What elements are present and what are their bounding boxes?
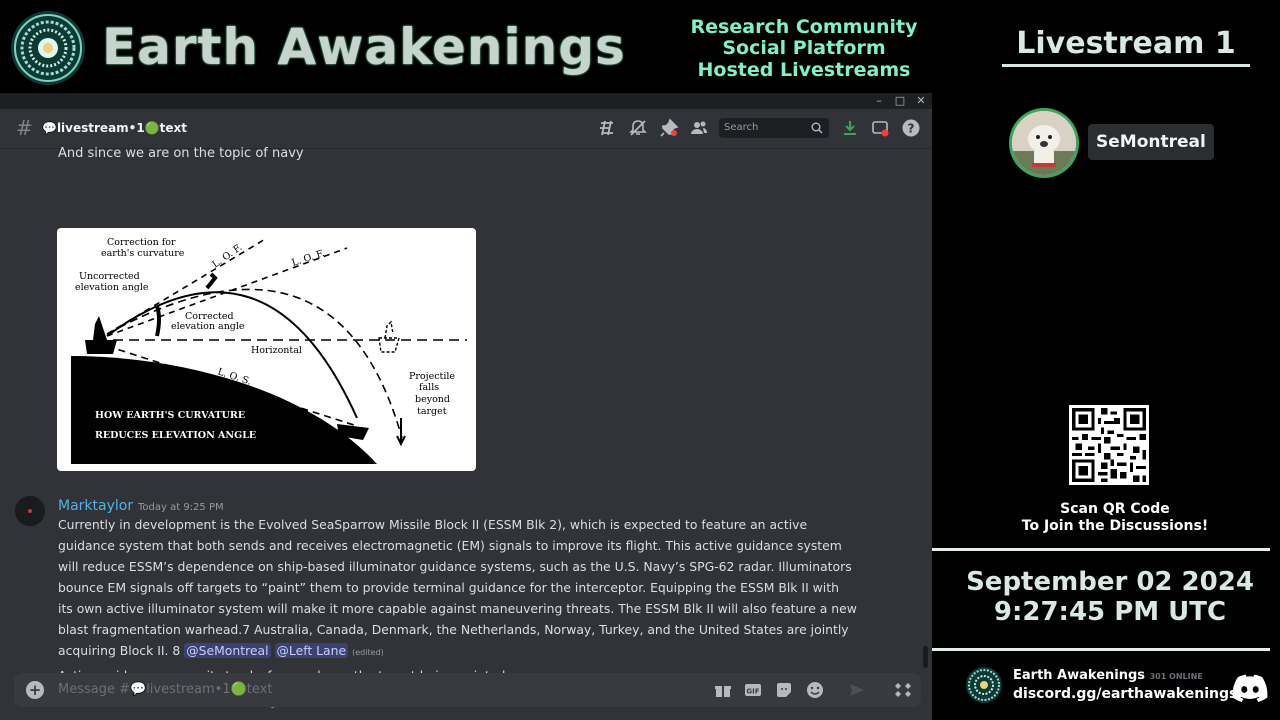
message-navy: And since we are on the topic of navy (58, 146, 304, 161)
add-attachment-button[interactable]: + (26, 681, 44, 699)
search-placeholder: Search (724, 122, 759, 133)
stream-overlay: Earth Awakenings Research Community Soci… (0, 0, 1280, 720)
divider-top (932, 548, 1270, 551)
stream-title-underline (1002, 64, 1250, 67)
message-line: its own active illuminator system will m… (58, 601, 857, 616)
message-list: And since we are on the topic of navy Co… (0, 146, 932, 708)
svg-text:?: ? (908, 122, 915, 136)
author-avatar[interactable] (15, 496, 45, 526)
window-titlebar: – □ ✕ (0, 93, 932, 109)
members-icon[interactable] (689, 118, 709, 138)
server-name-row: Earth Awakenings 301 ONLINE (1013, 668, 1203, 683)
tagline-2: Social Platform (722, 37, 886, 59)
message-line: Currently in development is the Evolved … (58, 517, 808, 532)
label-projectile-2: falls (419, 382, 439, 393)
sticker-icon[interactable] (775, 681, 793, 699)
server-logo (965, 666, 1003, 704)
download-icon[interactable] (840, 118, 860, 138)
channel-name: 💬livestream•1🟢text (42, 121, 187, 135)
label-correction-2: earth's curvature (101, 248, 185, 259)
earth-awakenings-logo (10, 10, 86, 86)
earth-curvature-diagram: Correction for earth's curvature Uncorre… (71, 237, 467, 464)
edited-marker: (edited) (352, 648, 384, 657)
gift-icon[interactable] (714, 681, 732, 699)
host-avatar (1009, 108, 1079, 178)
stream-date: September 02 2024 (966, 567, 1254, 597)
mute-bell-icon[interactable] (628, 118, 648, 138)
scan-qr-line-2: To Join the Discussions! (1021, 518, 1209, 534)
tagline-1: Research Community (690, 16, 918, 38)
label-corrected-2: elevation angle (171, 321, 245, 332)
label-uncorrected-1: Uncorrected (79, 271, 140, 282)
message-timestamp: Today at 9:25 PM (138, 502, 224, 513)
maximize-button[interactable]: □ (892, 94, 908, 108)
image-attachment[interactable]: Correction for earth's curvature Uncorre… (57, 228, 476, 471)
message-author[interactable]: Marktaylor (58, 498, 133, 514)
message-line: guidance system that both sends and rece… (58, 538, 842, 553)
minimize-button[interactable]: – (871, 94, 887, 108)
apps-icon[interactable] (894, 681, 912, 699)
caption-line-2: REDUCES ELEVATION ANGLE (95, 430, 256, 441)
message-line: will reduce ESSM’s dependence on ship-ba… (58, 559, 852, 574)
stream-title: Livestream 1 (1016, 26, 1236, 61)
svg-text:GIF: GIF (746, 688, 759, 696)
message-input[interactable]: Message #💬livestream•1🟢text (58, 682, 272, 697)
close-button[interactable]: ✕ (913, 94, 929, 108)
send-icon[interactable] (848, 681, 866, 699)
label-lof-1: L. O. F. (210, 242, 244, 270)
message-line: blast fragmentation warhead.7 Australia,… (58, 622, 849, 637)
brand-title: Earth Awakenings (102, 18, 626, 76)
server-online-count: 301 ONLINE (1149, 672, 1203, 681)
mention-semontreal[interactable]: @SeMontreal (184, 643, 271, 658)
label-projectile-3: beyond (415, 394, 450, 405)
label-correction-1: Correction for (107, 237, 176, 248)
gif-icon[interactable]: GIF (744, 681, 762, 699)
message-line-prefix: acquiring Block II. 8 (58, 643, 185, 658)
mention-left-lane[interactable]: @Left Lane (274, 643, 349, 658)
channel-hash-icon: # (16, 116, 33, 140)
screen-icon[interactable] (870, 118, 890, 138)
discord-logo-icon (1232, 674, 1268, 702)
tagline-3: Hosted Livestreams (697, 59, 911, 81)
scan-qr-line-1: Scan QR Code (1060, 501, 1170, 517)
label-projectile-1: Projectile (409, 371, 455, 382)
host-name: SeMontreal (1088, 124, 1214, 160)
scrollbar[interactable] (923, 646, 928, 668)
label-projectile-4: target (417, 406, 447, 417)
emoji-icon[interactable] (806, 681, 824, 699)
discord-window: – □ ✕ # 💬livestream•1🟢text Search ? And … (0, 93, 932, 720)
divider-bottom (932, 648, 1270, 651)
message-line-last: acquiring Block II. 8 @SeMontreal @Left … (58, 643, 384, 658)
search-input[interactable]: Search (719, 118, 829, 138)
message-line: bounce EM signals off targets to “paint”… (58, 580, 839, 595)
message-composer[interactable]: + Message #💬livestream•1🟢text GIF (14, 673, 921, 707)
channel-header: # 💬livestream•1🟢text Search ? (0, 109, 932, 149)
label-lof-2: L. O. F. (291, 248, 327, 269)
server-invite-link[interactable]: discord.gg/earthawakenings (1013, 686, 1237, 702)
search-icon (811, 122, 823, 134)
stream-time: 9:27:45 PM UTC (993, 597, 1227, 627)
help-icon[interactable]: ? (901, 118, 921, 138)
caption-line-1: HOW EARTH'S CURVATURE (95, 410, 245, 421)
label-uncorrected-2: elevation angle (75, 282, 149, 293)
label-horizontal: Horizontal (251, 345, 302, 356)
server-name: Earth Awakenings (1013, 668, 1146, 683)
qr-code[interactable] (1069, 405, 1149, 485)
threads-icon[interactable] (597, 118, 617, 138)
pin-icon[interactable] (659, 118, 679, 138)
